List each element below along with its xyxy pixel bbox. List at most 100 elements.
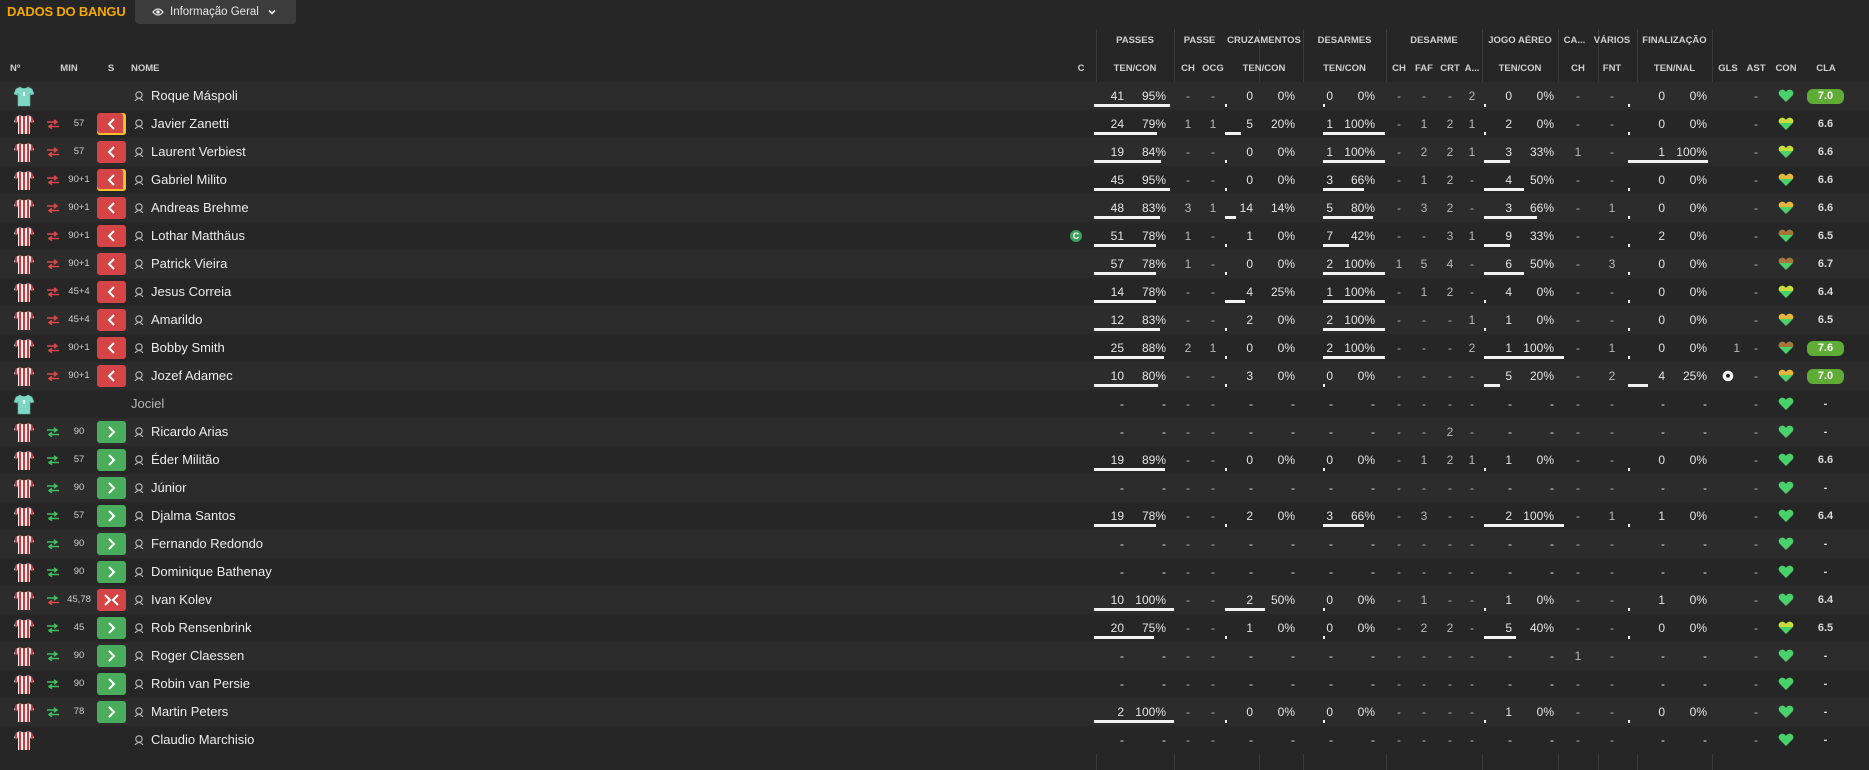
table-row[interactable]: 90+1 Gabriel Milito 45 95% - -0 0% 3 66% -1 2-4 50%… — [0, 166, 1869, 194]
player-name[interactable]: Djalma Santos — [151, 502, 236, 530]
player-profile-icon[interactable] — [134, 259, 144, 269]
col-header-ast[interactable]: AST — [1743, 63, 1769, 75]
col-header-min[interactable]: MIN — [54, 63, 84, 75]
substituted-off-button[interactable] — [97, 197, 126, 219]
table-row[interactable]: 90+1 Bobby Smith 25 88% 2 1 0 0% 2 100% - - -2 1 100% -… — [0, 334, 1869, 362]
substituted-off-button[interactable] — [97, 365, 126, 387]
player-profile-icon[interactable] — [134, 455, 144, 465]
col-header-desarmes[interactable]: TEN/CON — [1303, 63, 1386, 75]
col-header-s[interactable]: S — [103, 63, 119, 75]
player-name[interactable]: Fernando Redondo — [151, 530, 263, 558]
substituted-on-button[interactable] — [97, 421, 126, 443]
col-header-desarme-faf[interactable]: FAF — [1411, 63, 1437, 75]
col-header-number[interactable]: Nº — [10, 63, 40, 75]
player-name[interactable]: Júnior — [151, 474, 186, 502]
col-header-jogo-aereo[interactable]: TEN/CON — [1482, 63, 1558, 75]
player-name[interactable]: Lothar Matthäus — [151, 222, 245, 250]
table-row[interactable]: 90 Dominique Bathenay - - - - - - - - - - - - - - - - - - - - — [0, 558, 1869, 586]
table-row[interactable]: 45+4 Jesus Correia 14 78% - -4 25% 1 100% -1 2-4 0%… — [0, 278, 1869, 306]
table-row[interactable]: Claudio Marchisio - - - - - - - - - - - - - - - - - - - - — [0, 726, 1869, 754]
player-profile-icon[interactable] — [134, 231, 144, 241]
substituted-on-button[interactable] — [97, 477, 126, 499]
player-profile-icon[interactable] — [134, 147, 144, 157]
col-header-cruzamentos[interactable]: TEN/CON — [1225, 63, 1303, 75]
player-name[interactable]: Gabriel Milito — [151, 166, 227, 194]
substituted-on-button[interactable] — [97, 533, 126, 555]
col-header-con[interactable]: CON — [1772, 63, 1800, 75]
player-profile-icon[interactable] — [134, 539, 144, 549]
player-name[interactable]: Andreas Brehme — [151, 194, 249, 222]
col-header-desarme-a[interactable]: A... — [1461, 63, 1483, 75]
substituted-off-button[interactable] — [97, 281, 126, 303]
substituted-on-button[interactable] — [97, 701, 126, 723]
player-profile-icon[interactable] — [134, 595, 144, 605]
col-header-ca-ch[interactable]: CH — [1564, 63, 1592, 75]
substituted-off-button[interactable] — [97, 309, 126, 331]
col-header-passe-ch[interactable]: CH — [1176, 63, 1200, 75]
player-name[interactable]: Jociel — [131, 390, 164, 418]
player-name[interactable]: Dominique Bathenay — [151, 558, 272, 586]
table-row[interactable]: 90 Robin van Persie - - - - - - - - - - - - - - - - - - - - — [0, 670, 1869, 698]
player-name[interactable]: Patrick Vieira — [151, 250, 227, 278]
player-name[interactable]: Bobby Smith — [151, 334, 225, 362]
table-row[interactable]: 57 Laurent Verbiest 19 84% - -0 0% 1 100% -2 2 1 3 33… — [0, 138, 1869, 166]
player-name[interactable]: Robin van Persie — [151, 670, 250, 698]
col-header-fnt[interactable]: FNT — [1598, 63, 1626, 75]
player-profile-icon[interactable] — [134, 371, 144, 381]
table-row[interactable]: 90 Fernando Redondo - - - - - - - - - - - - - - - - - - - - — [0, 530, 1869, 558]
table-row[interactable]: 57 Éder Militão 19 89% - -0 0% 0 0% -1 2 1 1 0% - -0 0% -… — [0, 446, 1869, 474]
table-row[interactable]: 90+1 Jozef Adamec 10 80% - -3 0% 0 0% - - - -5 20% -2 4… — [0, 362, 1869, 390]
table-row[interactable]: 45 Rob Rensenbrink 20 75% - -1 0% 0 0% -2 2-5 40% - -… — [0, 614, 1869, 642]
player-name[interactable]: Javier Zanetti — [151, 110, 229, 138]
player-profile-icon[interactable] — [134, 315, 144, 325]
player-name[interactable]: Claudio Marchisio — [151, 726, 254, 754]
player-name[interactable]: Amarildo — [151, 306, 202, 334]
table-row[interactable]: Jociel - - - - - - - - - - - - - - - - - - - - — [0, 390, 1869, 418]
player-profile-icon[interactable] — [134, 707, 144, 717]
table-row[interactable]: 90+1 Lothar Matthäus C 51 78% 1-1 0% 7 42% - -3 1 9 3… — [0, 222, 1869, 250]
player-profile-icon[interactable] — [134, 567, 144, 577]
player-profile-icon[interactable] — [134, 623, 144, 633]
substituted-off-button[interactable] — [97, 169, 126, 191]
table-row[interactable]: Roque Máspoli 41 95% - -0 0% 0 0% - - -2 0 0% - -0 0% -7… — [0, 82, 1869, 110]
col-header-desarme-ch[interactable]: CH — [1388, 63, 1410, 75]
substituted-on-button[interactable] — [97, 617, 126, 639]
player-name[interactable]: Roger Claessen — [151, 642, 244, 670]
player-name[interactable]: Rob Rensenbrink — [151, 614, 251, 642]
player-name[interactable]: Ivan Kolev — [151, 586, 212, 614]
player-profile-icon[interactable] — [134, 427, 144, 437]
col-header-passe-ocg[interactable]: OCG — [1200, 63, 1226, 75]
player-name[interactable]: Roque Máspoli — [151, 82, 238, 110]
table-row[interactable]: 78 Martin Peters 2 100% - -0 0% 0 0% - - - -1 0% - -0 0%… — [0, 698, 1869, 726]
substituted-on-button[interactable] — [97, 561, 126, 583]
substituted-off-button[interactable] — [97, 113, 126, 135]
table-row[interactable]: 90 Roger Claessen - - - - - - - - - - - - - - 1 - - - - - — [0, 642, 1869, 670]
player-profile-icon[interactable] — [134, 343, 144, 353]
player-profile-icon[interactable] — [134, 203, 144, 213]
player-profile-icon[interactable] — [134, 483, 144, 493]
col-header-finalizacao[interactable]: TEN/NAL — [1637, 63, 1712, 75]
substituted-on-button[interactable] — [97, 505, 126, 527]
player-name[interactable]: Martin Peters — [151, 698, 228, 726]
substituted-on-button[interactable] — [97, 645, 126, 667]
substituted-off-button[interactable] — [97, 141, 126, 163]
substituted-on-button[interactable] — [97, 673, 126, 695]
substituted-off-button[interactable] — [97, 589, 126, 611]
col-header-desarme-crt[interactable]: CRT — [1437, 63, 1463, 75]
player-name[interactable]: Laurent Verbiest — [151, 138, 246, 166]
col-header-passes[interactable]: TEN/CON — [1096, 63, 1174, 75]
player-profile-icon[interactable] — [134, 511, 144, 521]
substituted-on-button[interactable] — [97, 449, 126, 471]
substituted-off-button[interactable] — [97, 225, 126, 247]
table-row[interactable]: 90 Ricardo Arias - - - - - - - - - - 2 - - - - - - - - - — [0, 418, 1869, 446]
table-row[interactable]: 90 Júnior - - - - - - - - - - - - - - - - - - - - — [0, 474, 1869, 502]
table-row[interactable]: 57 Djalma Santos 19 78% - -2 0% 3 66% -3- -2 100% -1… — [0, 502, 1869, 530]
player-profile-icon[interactable] — [134, 287, 144, 297]
player-name[interactable]: Éder Militão — [151, 446, 220, 474]
player-profile-icon[interactable] — [134, 119, 144, 129]
player-profile-icon[interactable] — [134, 91, 144, 101]
player-profile-icon[interactable] — [134, 735, 144, 745]
table-row[interactable]: 57 Javier Zanetti 24 79% 1 1 5 20% 1 100% -1 2 1 2 0% -… — [0, 110, 1869, 138]
col-header-c[interactable]: C — [1074, 63, 1088, 75]
player-profile-icon[interactable] — [134, 651, 144, 661]
